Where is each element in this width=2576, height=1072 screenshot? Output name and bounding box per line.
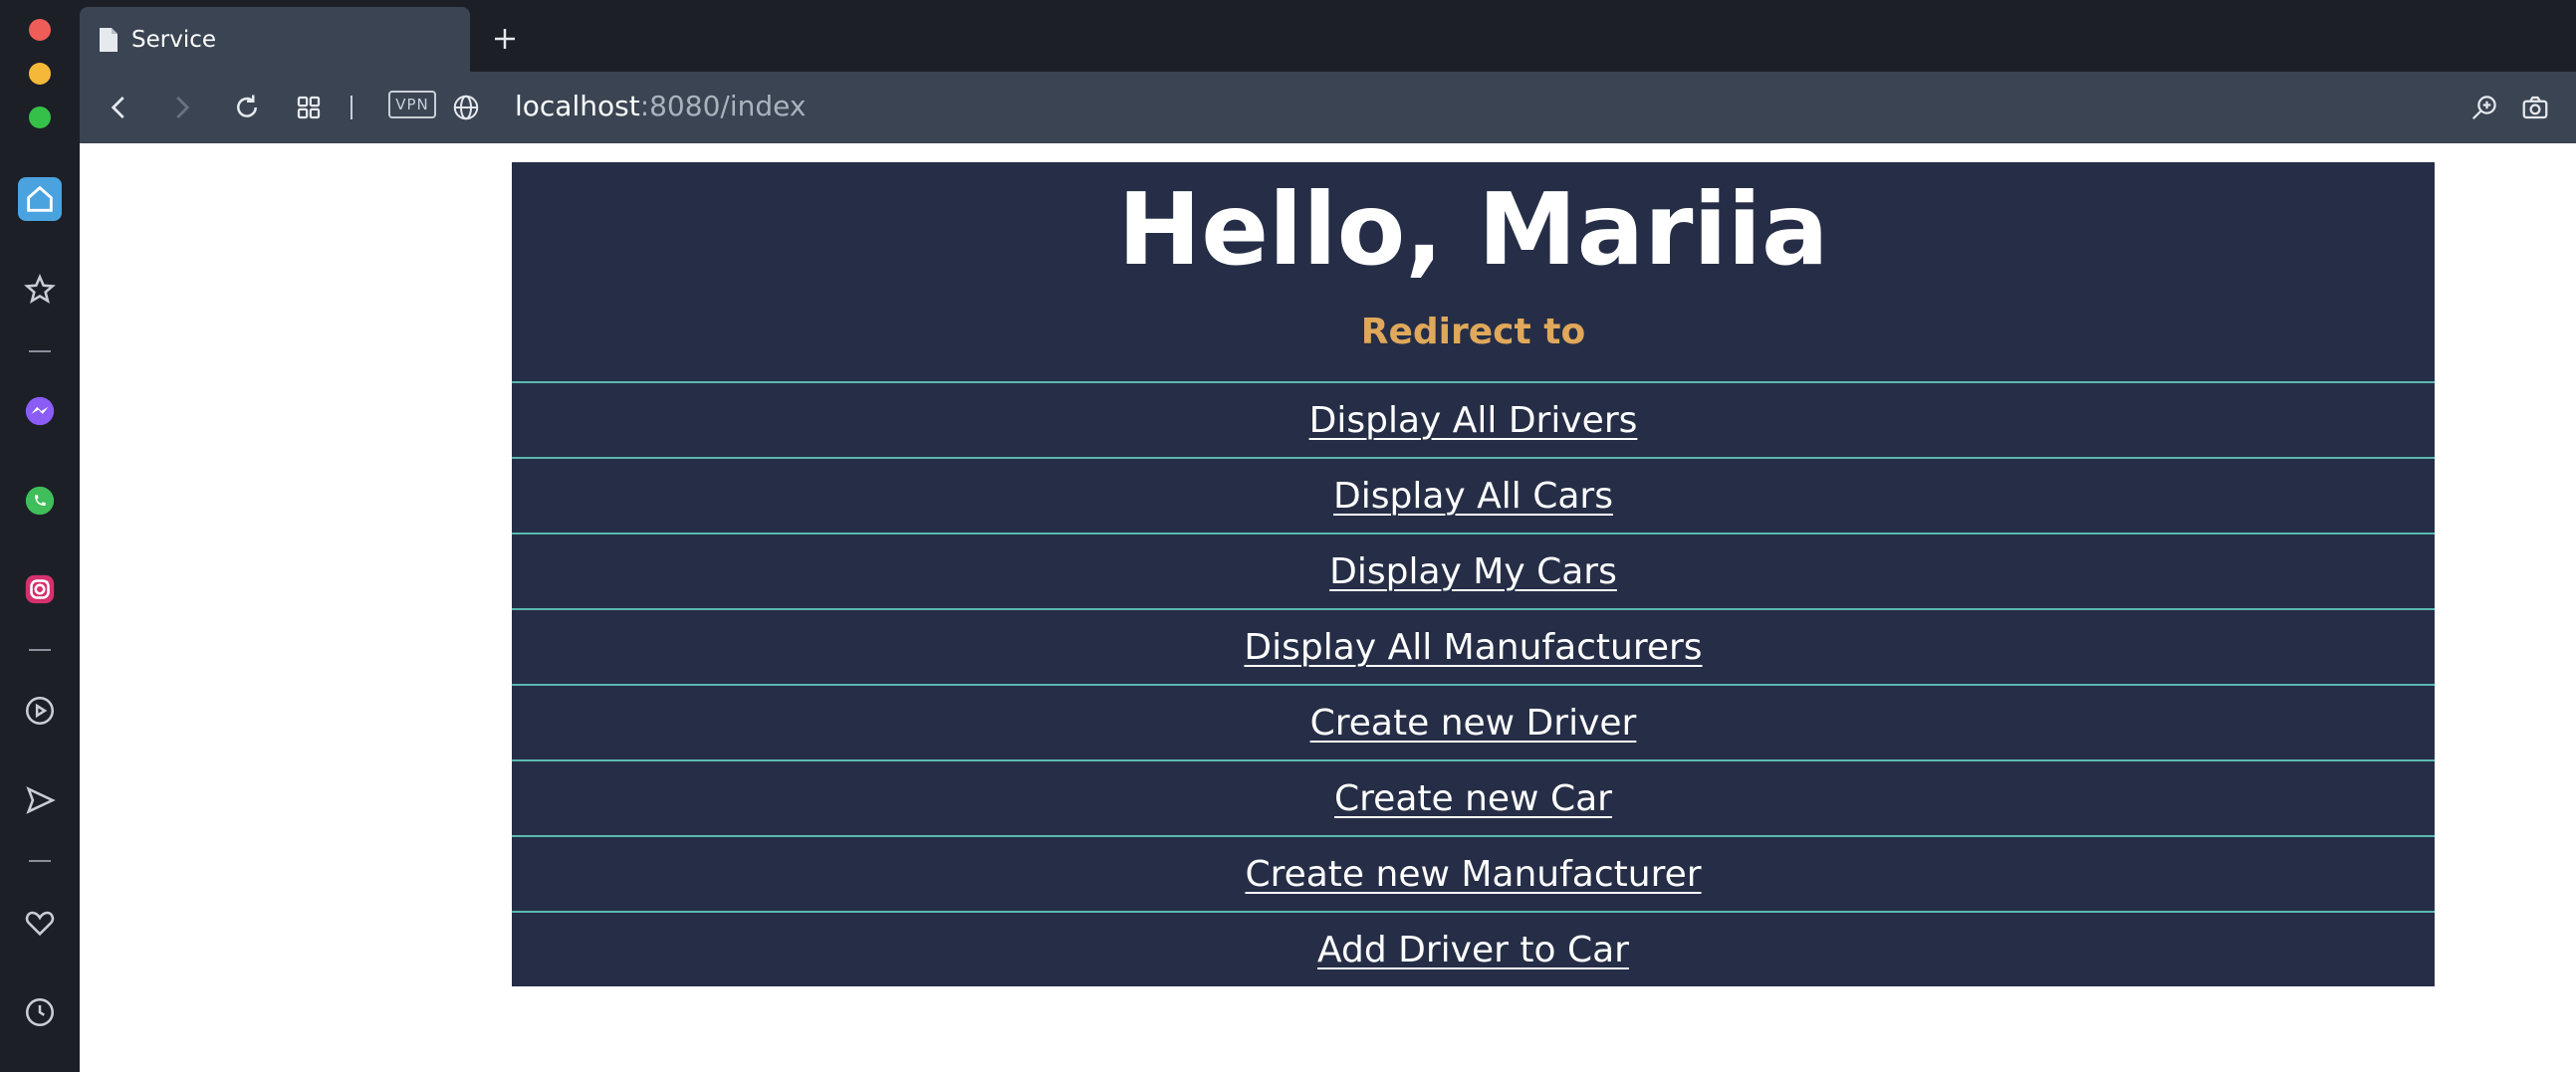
heart-icon[interactable] [18, 901, 62, 945]
reload-button[interactable] [225, 86, 269, 129]
chevron-right-icon [176, 97, 190, 118]
list-item: Display All Drivers [512, 381, 2435, 457]
add-driver-to-car-link[interactable]: Add Driver to Car [1317, 930, 1629, 970]
sidebar-separator [29, 860, 51, 862]
address-bar: VPN localhost:8080/index [80, 72, 2576, 143]
list-item: Display All Cars [512, 457, 2435, 533]
screenshot-button[interactable] [2513, 86, 2557, 129]
messenger-icon[interactable] [18, 389, 62, 433]
page-subtitle: Redirect to [1360, 312, 1586, 352]
url-path: :8080/index [639, 90, 807, 122]
list-item: Display All Manufacturers [512, 608, 2435, 684]
home-icon[interactable] [18, 177, 62, 221]
minimize-window-button[interactable] [29, 63, 51, 85]
history-icon[interactable] [18, 990, 62, 1034]
forward-button[interactable] [159, 86, 203, 129]
camera-icon [2522, 96, 2548, 119]
display-my-cars-link[interactable]: Display My Cars [1329, 551, 1617, 592]
close-window-button[interactable] [29, 19, 51, 41]
document-icon [100, 27, 117, 52]
new-tab-button[interactable] [480, 14, 530, 64]
toolbar-divider [351, 96, 352, 119]
sidebar-separator [29, 350, 51, 352]
chevron-left-icon [111, 97, 124, 118]
star-icon[interactable] [18, 268, 62, 312]
grid-icon [297, 96, 321, 119]
maximize-window-button[interactable] [29, 107, 51, 128]
list-item: Create new Manufacturer [512, 835, 2435, 911]
display-all-manufacturers-link[interactable]: Display All Manufacturers [1244, 627, 1702, 668]
tab-title: Service [131, 26, 217, 53]
tab-service[interactable]: Service [80, 7, 470, 72]
vpn-badge[interactable]: VPN [388, 91, 436, 118]
browser-sidebar [0, 0, 80, 1072]
whatsapp-icon[interactable] [18, 479, 62, 523]
back-button[interactable] [98, 86, 141, 129]
send-icon[interactable] [18, 778, 62, 822]
zoom-button[interactable] [2462, 86, 2506, 129]
globe-icon[interactable] [444, 86, 488, 129]
plus-icon [495, 29, 515, 49]
sidebar-separator [29, 649, 51, 651]
reload-icon [237, 95, 257, 117]
tabs-grid-button[interactable] [287, 86, 331, 129]
page-title: Hello, Mariia [1117, 171, 1829, 288]
main-panel: Hello, Mariia Redirect to Display All Dr… [512, 162, 2435, 986]
list-item: Create new Car [512, 759, 2435, 835]
tab-strip: Service [80, 0, 2576, 72]
player-icon[interactable] [18, 689, 62, 733]
instagram-icon[interactable] [18, 567, 62, 611]
create-new-manufacturer-link[interactable]: Create new Manufacturer [1245, 854, 1701, 895]
url-field[interactable]: localhost:8080/index [515, 90, 806, 122]
display-all-drivers-link[interactable]: Display All Drivers [1309, 400, 1638, 441]
create-new-car-link[interactable]: Create new Car [1334, 778, 1612, 819]
zoom-in-icon [2471, 96, 2496, 120]
url-host: localhost [515, 90, 640, 122]
create-new-driver-link[interactable]: Create new Driver [1310, 703, 1637, 744]
list-item: Display My Cars [512, 533, 2435, 608]
list-item: Add Driver to Car [512, 911, 2435, 986]
list-item: Create new Driver [512, 684, 2435, 759]
panel-header: Hello, Mariia Redirect to [512, 162, 2435, 381]
display-all-cars-link[interactable]: Display All Cars [1333, 476, 1613, 517]
